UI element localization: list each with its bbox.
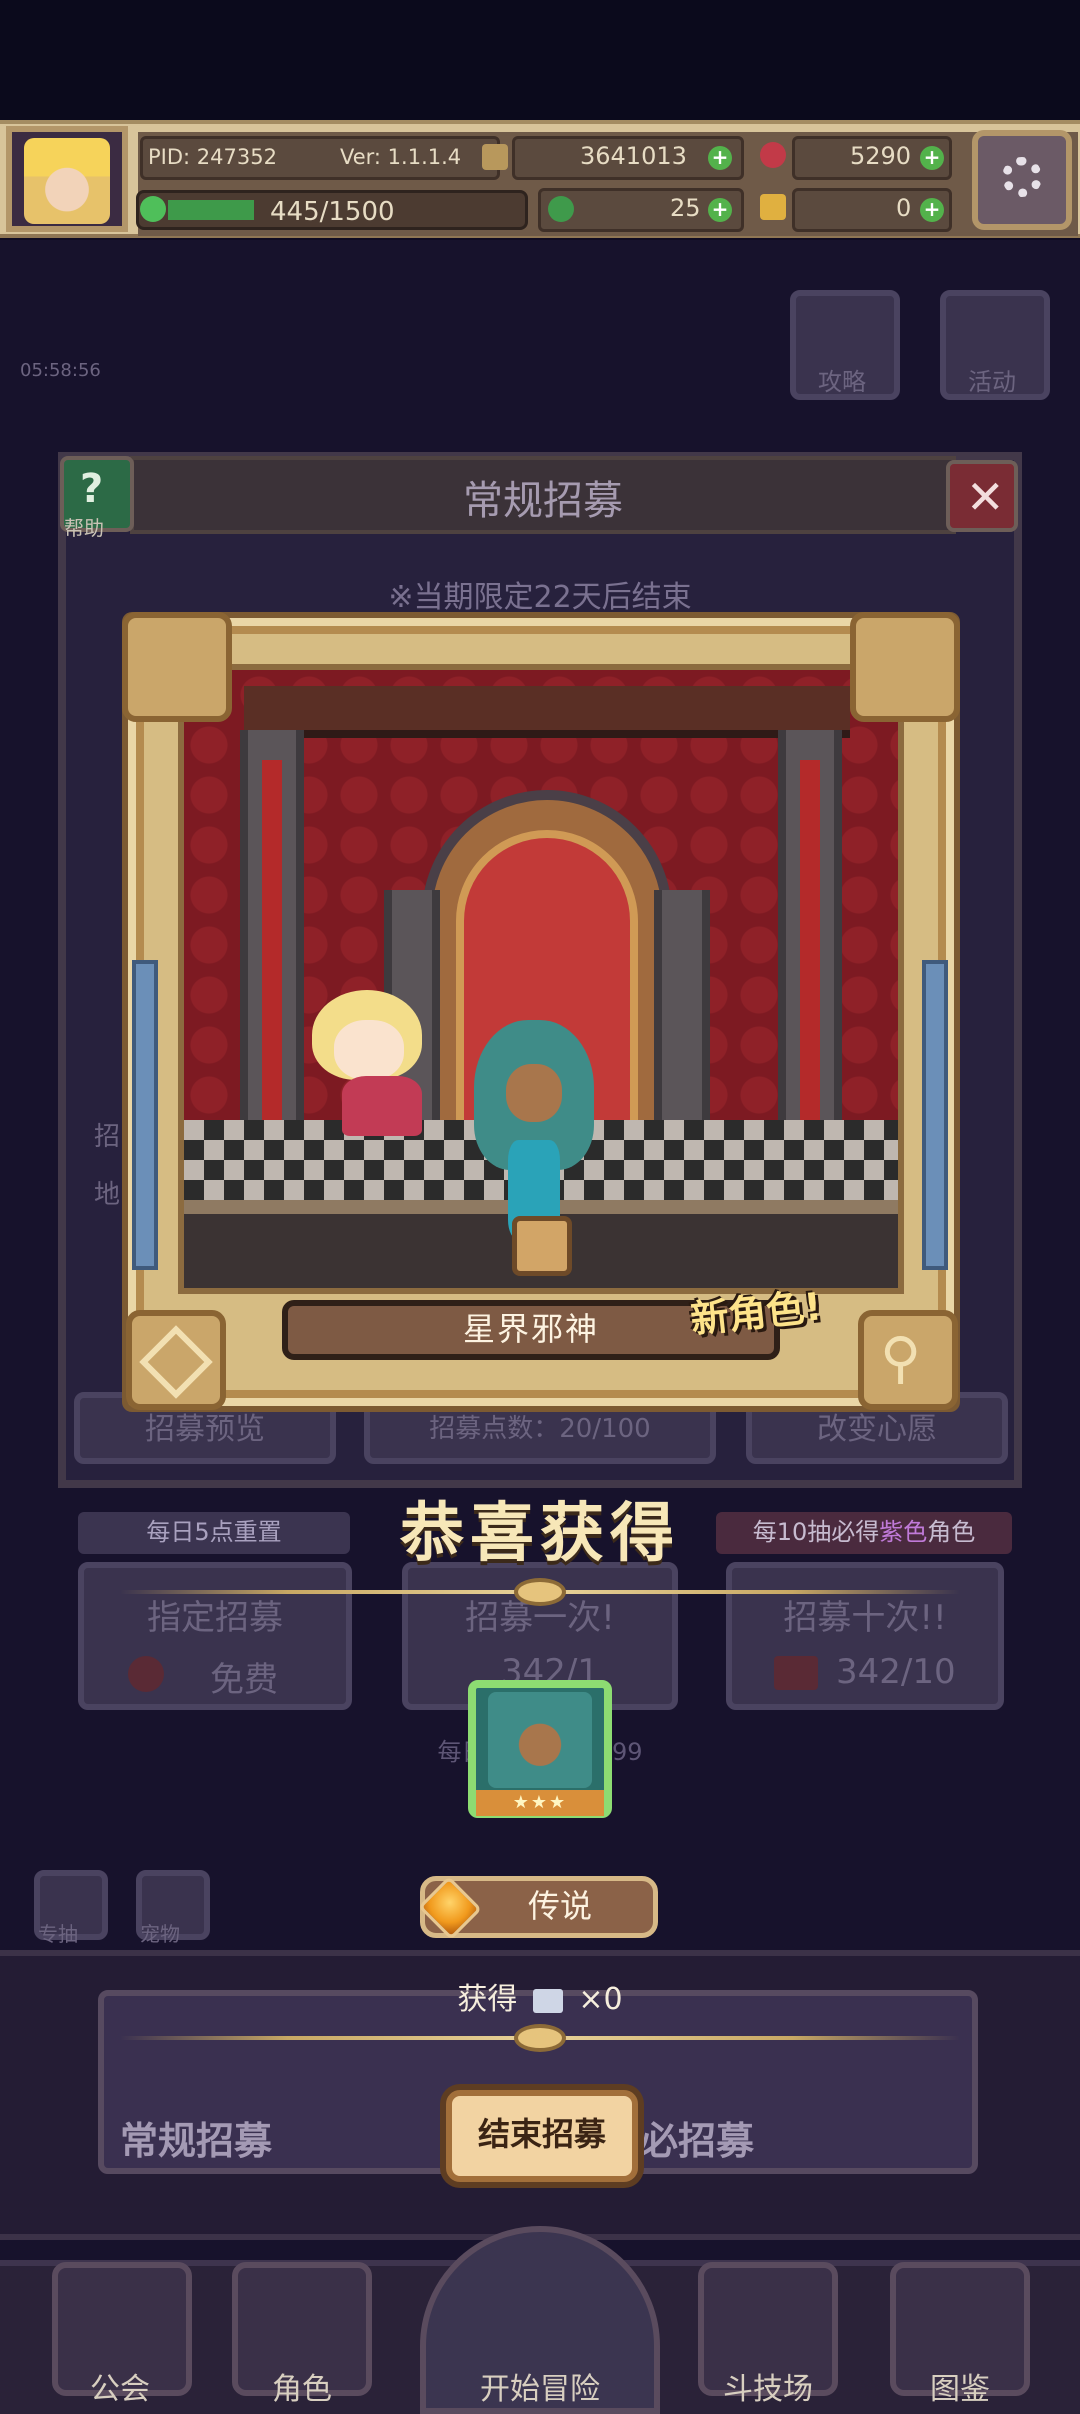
rarity-label: 传说 <box>527 1887 592 1925</box>
frame-corner-tr <box>850 612 960 722</box>
scene-lintel <box>244 686 850 738</box>
gold-amount: 3641013 <box>580 142 687 170</box>
key-tool-icon: ⚲ <box>880 1326 922 1391</box>
recruit-ten-cost: 342/10 <box>836 1652 956 1692</box>
free-label: 免费 <box>210 1660 278 1700</box>
scene-pillar-inner-right <box>654 890 710 1150</box>
side-label-2: 地 <box>94 1180 121 1210</box>
status-bar-area <box>0 0 1080 120</box>
ticket-icon <box>128 1656 164 1692</box>
divider-gem-top <box>518 1582 562 1602</box>
end-recruit-label: 结束招募 <box>477 2115 606 2153</box>
companion-body <box>342 1076 422 1136</box>
pet-label: 宠物 <box>140 1922 180 1946</box>
scene-pillar-right-red <box>800 760 820 1120</box>
star-rating: ★★★ <box>476 1790 604 1816</box>
add-gem-icon[interactable]: + <box>920 146 944 170</box>
add-key-icon[interactable]: + <box>920 198 944 222</box>
frame-rail-left <box>132 960 158 1270</box>
scene-pillar-left-red <box>262 760 282 1120</box>
side-label-1: 招 <box>94 1122 121 1152</box>
guide-label: 攻略 <box>818 368 866 396</box>
banner-left-label: 常规招募 <box>120 2119 273 2163</box>
nav-adventure-label: 开始冒险 <box>480 2372 600 2407</box>
envelope-icon <box>774 1656 818 1690</box>
obtain-line: 获得 ×0 <box>0 1974 1080 2018</box>
medallion-icon <box>512 1216 572 1276</box>
obtained-character-portrait <box>488 1692 592 1788</box>
player-id: PID: 247352 <box>148 145 277 169</box>
stamina-fill <box>168 200 254 220</box>
frame-rail-right <box>922 960 948 1270</box>
question-icon: ? <box>80 466 104 512</box>
player-avatar[interactable] <box>24 138 110 224</box>
obtained-character-face <box>506 1064 562 1122</box>
gem-icon <box>760 142 786 168</box>
gem-amount: 5290 <box>850 142 912 170</box>
stamina-icon <box>140 196 166 222</box>
event-timer: 05:58:56 <box>20 360 101 381</box>
nav-arena-label: 斗技场 <box>723 2372 813 2407</box>
banner-right-label: 必招募 <box>640 2119 755 2163</box>
recruit-title: 常规招募 <box>463 478 623 524</box>
key-amount: 0 <box>896 194 912 222</box>
frame-corner-tl <box>122 612 232 722</box>
congrats-title: 恭喜获得 <box>400 1497 680 1571</box>
shard-icon <box>532 1988 563 2013</box>
nav-codex-label: 图鉴 <box>930 2372 990 2407</box>
key-icon <box>760 194 786 220</box>
game-version: Ver: 1.1.1.4 <box>340 145 462 169</box>
divider-gem-bottom <box>518 2028 562 2048</box>
points-label: 招募点数：20/100 <box>429 1414 651 1444</box>
nav-guild-label: 公会 <box>90 2372 150 2407</box>
exclusive-pull-label: 专抽 <box>38 1922 78 1946</box>
add-gold-icon[interactable]: + <box>708 146 732 170</box>
companion-face <box>334 1020 404 1080</box>
nav-character-label: 角色 <box>272 2372 332 2407</box>
gear-icon <box>1002 157 1042 197</box>
obtain-prefix: 获得 <box>457 1982 518 2017</box>
recruit-ten-label: 招募十次!! <box>783 1598 947 1638</box>
character-scene <box>178 664 904 1294</box>
obtain-count: ×0 <box>578 1982 623 2017</box>
obtained-character <box>474 1020 594 1240</box>
close-icon: ✕ <box>966 470 1005 524</box>
add-clover-icon[interactable]: + <box>708 198 732 222</box>
limited-notice: ※当期限定22天后结束 <box>388 580 692 615</box>
companion-character <box>312 990 462 1136</box>
clover-amount: 25 <box>670 194 701 222</box>
clover-icon <box>548 196 574 222</box>
designated-label: 指定招募 <box>147 1598 283 1638</box>
event-label: 活动 <box>968 368 1016 396</box>
help-label: 帮助 <box>64 516 104 540</box>
info-icon <box>482 144 508 170</box>
stamina-value: 445/1500 <box>270 197 395 227</box>
game-screen: { "hud": { "pid": "PID: 247352", "versio… <box>0 0 1080 2414</box>
